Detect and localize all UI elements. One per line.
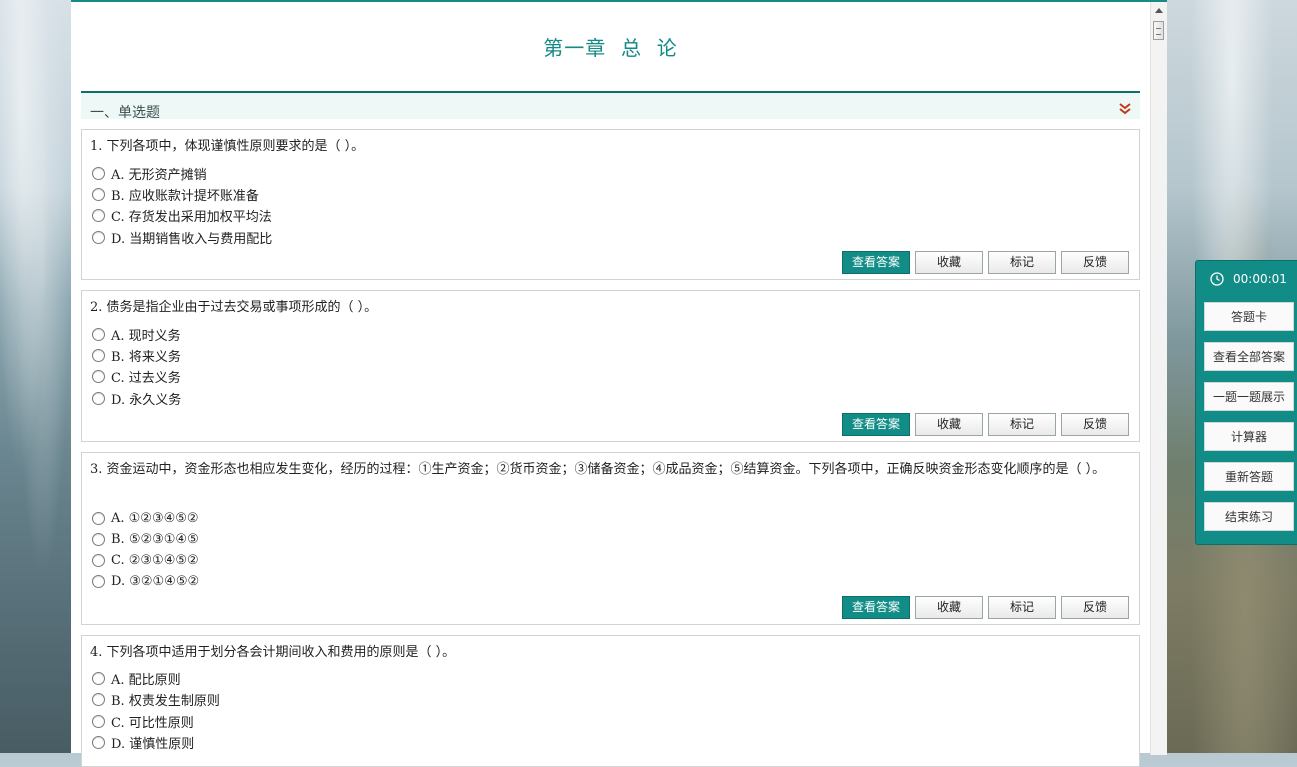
question-stem: 1. 下列各项中，体现谨慎性原则要求的是（ ）。: [90, 139, 365, 154]
option-label: D. 谨慎性原则: [111, 736, 195, 752]
view-answer-button[interactable]: 查看答案: [842, 413, 910, 436]
option-b[interactable]: B. ⑤②③①④⑤: [92, 529, 199, 549]
favorite-button[interactable]: 收藏: [915, 413, 983, 436]
question-stem: 2. 债务是指企业由于过去交易或事项形成的（ ）。: [90, 300, 378, 315]
option-label: A. 现时义务: [111, 328, 181, 344]
question-stem: 3. 资金运动中，资金形态也相应发生变化，经历的过程：①生产资金；②货币资金；③…: [90, 462, 1106, 477]
radio-button[interactable]: [92, 714, 105, 728]
end-practice-button[interactable]: 结束练习: [1204, 502, 1294, 531]
radio-button[interactable]: [92, 369, 105, 383]
section-header[interactable]: 一、单选题: [81, 91, 1140, 121]
option-label: C. 可比性原则: [111, 715, 194, 731]
radio-button[interactable]: [92, 208, 105, 222]
option-label: B. ⑤②③①④⑤: [111, 531, 199, 547]
restart-button[interactable]: 重新答题: [1204, 462, 1294, 491]
option-d[interactable]: D. 谨慎性原则: [92, 732, 194, 752]
option-c[interactable]: C. ②③①④⑤②: [92, 550, 199, 570]
question-stem: 4. 下列各项中适用于划分各会计期间收入和费用的原则是（ ）。: [90, 645, 456, 660]
option-b[interactable]: B. 应收账款计提坏账准备: [92, 184, 259, 204]
one-by-one-button[interactable]: 一题一题展示: [1204, 382, 1294, 411]
question-actions: 查看答案 收藏 标记 反馈: [842, 413, 1129, 436]
question-card: 2. 债务是指企业由于过去交易或事项形成的（ ）。 A. 现时义务 B. 将来义…: [81, 290, 1140, 442]
double-chevron-down-icon[interactable]: [1118, 102, 1132, 116]
background-sea: [0, 0, 71, 753]
question-actions: 查看答案 收藏 标记 反馈: [842, 251, 1129, 274]
option-d[interactable]: D. 当期销售收入与费用配比: [92, 227, 272, 247]
radio-button[interactable]: [92, 511, 105, 525]
scroll-up-arrow-icon[interactable]: [1155, 8, 1163, 13]
question-actions: 查看答案 收藏 标记 反馈: [842, 596, 1129, 619]
timer-value: 00:00:01: [1233, 272, 1287, 286]
favorite-button[interactable]: 收藏: [915, 596, 983, 619]
calculator-button[interactable]: 计算器: [1204, 422, 1294, 451]
section-label: 一、单选题: [90, 105, 160, 121]
option-label: B. 权责发生制原则: [111, 693, 220, 709]
mark-button[interactable]: 标记: [988, 596, 1056, 619]
feedback-button[interactable]: 反馈: [1061, 596, 1129, 619]
radio-button[interactable]: [92, 166, 105, 180]
option-label: C. 过去义务: [111, 370, 181, 386]
option-label: D. ③②①④⑤②: [111, 573, 200, 589]
favorite-button[interactable]: 收藏: [915, 251, 983, 274]
answer-card-button[interactable]: 答题卡: [1204, 302, 1294, 331]
tool-panel: 00:00:01 答题卡 查看全部答案 一题一题展示 计算器 重新答题 结束练习: [1195, 260, 1297, 545]
option-a[interactable]: A. 现时义务: [92, 324, 181, 344]
practice-window: 第一章 总 论 一、单选题 1. 下列各项中，体现谨慎性原则要求的是（ ）。 A…: [71, 0, 1167, 767]
content-area: 第一章 总 论 一、单选题 1. 下列各项中，体现谨慎性原则要求的是（ ）。 A…: [81, 2, 1140, 767]
option-label: D. 永久义务: [111, 392, 182, 408]
mark-button[interactable]: 标记: [988, 251, 1056, 274]
option-c[interactable]: C. 可比性原则: [92, 711, 194, 731]
question-card: 3. 资金运动中，资金形态也相应发生变化，经历的过程：①生产资金；②货币资金；③…: [81, 452, 1140, 625]
option-b[interactable]: B. 权责发生制原则: [92, 689, 220, 709]
option-d[interactable]: D. ③②①④⑤②: [92, 571, 199, 591]
scrollbar-thumb[interactable]: [1153, 21, 1164, 40]
option-c[interactable]: C. 过去义务: [92, 366, 181, 386]
radio-button[interactable]: [92, 230, 105, 244]
option-label: C. ②③①④⑤②: [111, 552, 199, 568]
option-a[interactable]: A. ①②③④⑤②: [92, 508, 199, 528]
option-b[interactable]: B. 将来义务: [92, 345, 181, 365]
option-d[interactable]: D. 永久义务: [92, 388, 181, 408]
timer: 00:00:01: [1210, 272, 1287, 286]
option-c[interactable]: C. 存货发出采用加权平均法: [92, 205, 272, 225]
question-card: 4. 下列各项中适用于划分各会计期间收入和费用的原则是（ ）。 A. 配比原则 …: [81, 635, 1140, 767]
page-title: 第一章 总 论: [543, 36, 678, 60]
option-label: D. 当期销售收入与费用配比: [111, 231, 273, 247]
vertical-scrollbar[interactable]: [1150, 2, 1167, 755]
view-answer-button[interactable]: 查看答案: [842, 596, 910, 619]
mark-button[interactable]: 标记: [988, 413, 1056, 436]
feedback-button[interactable]: 反馈: [1061, 251, 1129, 274]
option-label: B. 将来义务: [111, 349, 181, 365]
radio-button[interactable]: [92, 327, 105, 341]
option-label: A. 无形资产摊销: [111, 167, 207, 183]
question-card: 1. 下列各项中，体现谨慎性原则要求的是（ ）。 A. 无形资产摊销 B. 应收…: [81, 129, 1140, 280]
option-a[interactable]: A. 无形资产摊销: [92, 163, 207, 183]
option-label: C. 存货发出采用加权平均法: [111, 209, 272, 225]
radio-button[interactable]: [92, 692, 105, 706]
view-answer-button[interactable]: 查看答案: [842, 251, 910, 274]
radio-button[interactable]: [92, 532, 105, 546]
radio-button[interactable]: [92, 391, 105, 405]
radio-button[interactable]: [92, 187, 105, 201]
option-label: A. ①②③④⑤②: [111, 510, 199, 526]
radio-button[interactable]: [92, 553, 105, 567]
radio-button[interactable]: [92, 348, 105, 362]
clock-icon: [1210, 272, 1224, 286]
radio-button[interactable]: [92, 735, 105, 749]
feedback-button[interactable]: 反馈: [1061, 413, 1129, 436]
option-a[interactable]: A. 配比原则: [92, 668, 181, 688]
option-label: B. 应收账款计提坏账准备: [111, 188, 259, 204]
radio-button[interactable]: [92, 574, 105, 588]
view-all-answers-button[interactable]: 查看全部答案: [1204, 342, 1294, 371]
option-label: A. 配比原则: [111, 672, 181, 688]
radio-button[interactable]: [92, 671, 105, 685]
